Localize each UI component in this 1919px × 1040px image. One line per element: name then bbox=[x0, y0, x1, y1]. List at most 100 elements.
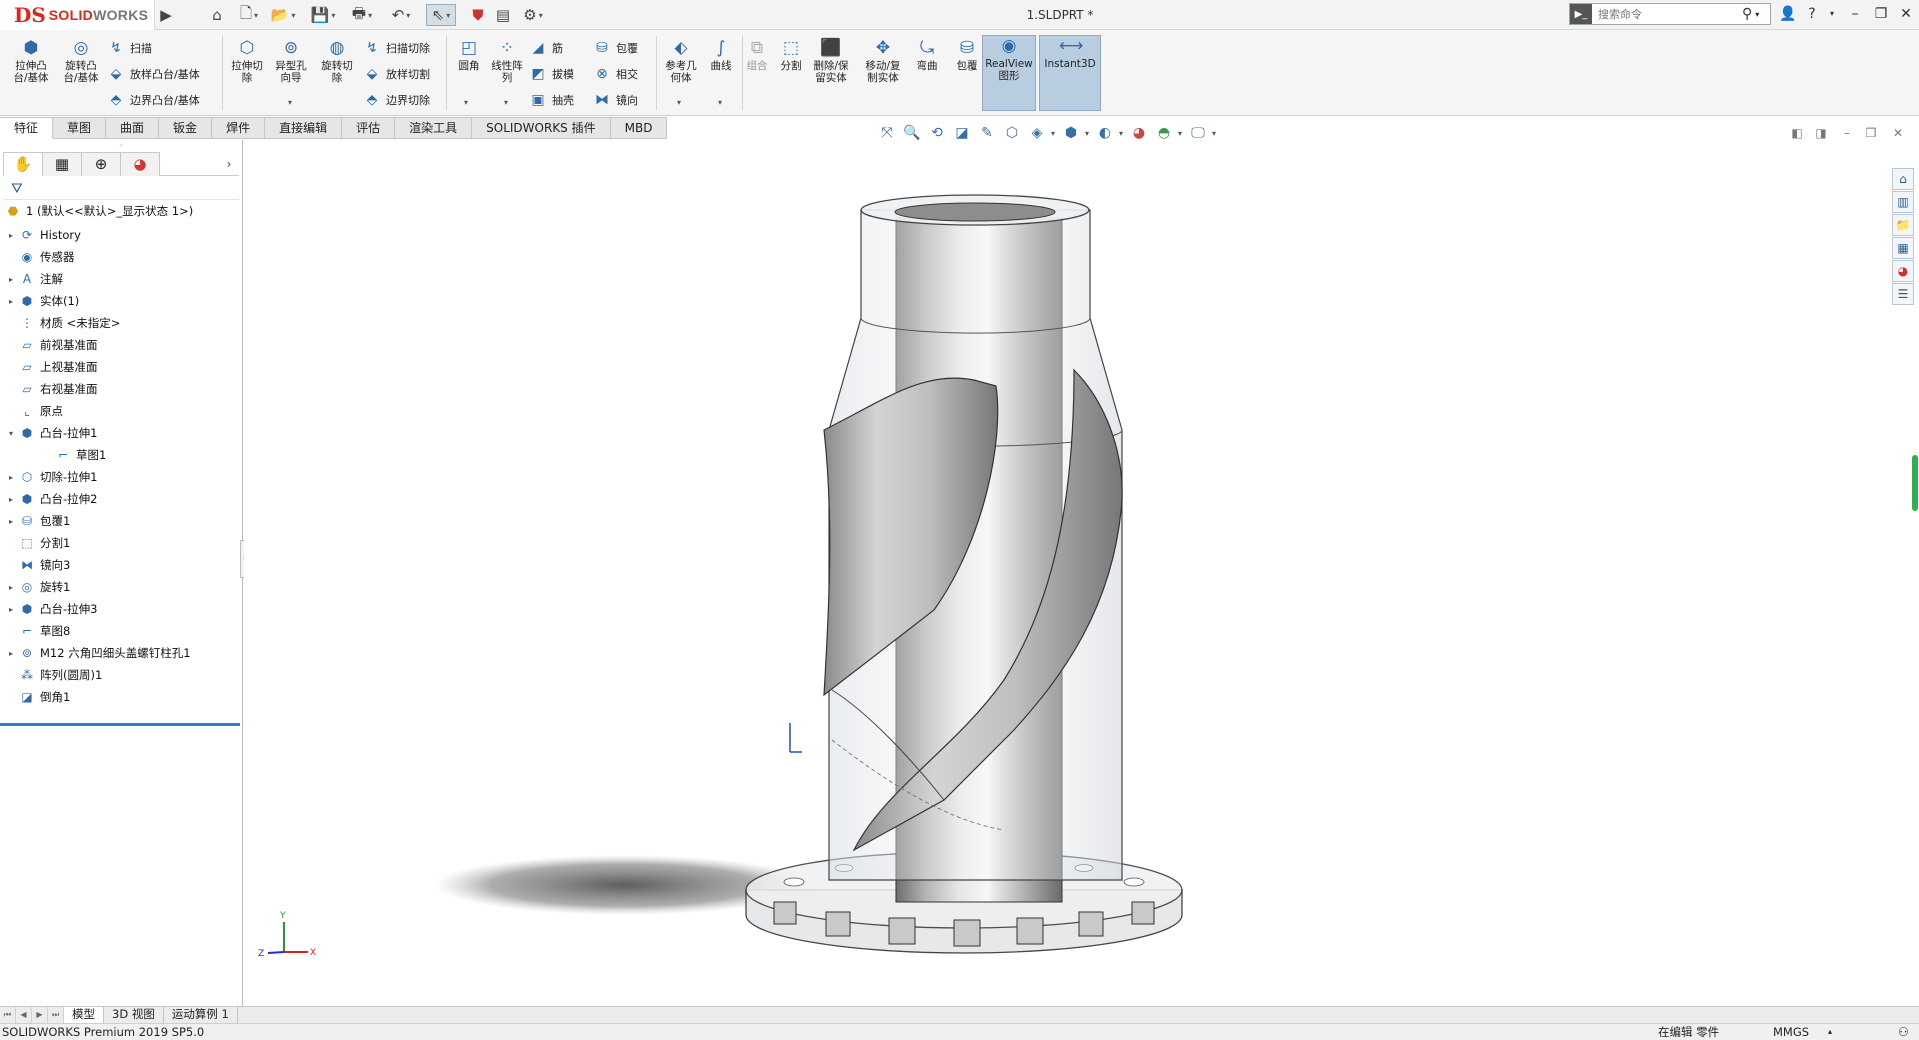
realview-button[interactable]: ◉ RealView 图形 bbox=[982, 35, 1036, 111]
delete-keep-body-button[interactable]: ⬛ 删除/保 留实体 bbox=[808, 38, 854, 84]
unit-system[interactable]: MMGS bbox=[1773, 1024, 1809, 1040]
tab-model[interactable]: 模型 bbox=[64, 1007, 104, 1023]
rebuild-icon[interactable]: ⛊ bbox=[470, 4, 486, 26]
save-button[interactable]: 💾 ▾ bbox=[308, 4, 338, 26]
panel-grip-icon[interactable]: ◦ bbox=[0, 140, 242, 152]
select-button[interactable]: ⇖ ▾ bbox=[426, 4, 456, 26]
hole-wizard-button[interactable]: ⊚ 异型孔 向导 bbox=[268, 38, 314, 84]
curves-dropdown-icon[interactable]: ▾ bbox=[718, 98, 722, 107]
tab-evaluate[interactable]: 评估 bbox=[342, 117, 396, 139]
edit-appearance-dropdown-icon[interactable]: ▾ bbox=[1119, 129, 1125, 138]
tab-surfaces[interactable]: 曲面 bbox=[106, 117, 160, 139]
first-tab-icon[interactable]: ⏮ bbox=[0, 1007, 16, 1023]
revolve-cut-button[interactable]: ◍ 旋转切 除 bbox=[314, 38, 360, 84]
search-icon[interactable]: ⚲ bbox=[1742, 6, 1752, 22]
tree-item[interactable]: ⌐ 草图1 bbox=[0, 444, 242, 466]
boundary-cut-button[interactable]: ⬘ 边界切除 bbox=[362, 90, 430, 110]
status-help-icon[interactable]: ⚇ bbox=[1898, 1024, 1909, 1040]
tab-mbd[interactable]: MBD bbox=[610, 117, 668, 139]
new-document-button[interactable]: 🗋 ▾ bbox=[234, 4, 264, 26]
wrap-button[interactable]: ⛁ 包覆 bbox=[592, 38, 638, 58]
tab-render-tools[interactable]: 渲染工具 bbox=[395, 117, 473, 139]
move-copy-body-button[interactable]: ✥ 移动/复 制实体 bbox=[860, 38, 906, 84]
tree-item[interactable]: ▸ ⬢ 凸台-拉伸2 bbox=[0, 488, 242, 510]
tree-item[interactable]: ⌐ 草图8 bbox=[0, 620, 242, 642]
tree-root[interactable]: ⬣ 1 (默认<<默认>_显示状态 1>) bbox=[0, 200, 242, 222]
reference-geometry-dropdown-icon[interactable]: ▾ bbox=[677, 98, 681, 107]
tab-direct-editing[interactable]: 直接编辑 bbox=[265, 117, 343, 139]
help-dropdown-icon[interactable]: ▾ bbox=[1820, 3, 1844, 25]
tree-item[interactable]: ▸ ◎ 旋转1 bbox=[0, 576, 242, 598]
boundary-boss-button[interactable]: ⬘ 边界凸台/基体 bbox=[106, 90, 200, 110]
display-dropdown-icon[interactable]: ▾ bbox=[1212, 129, 1218, 138]
linear-pattern-dropdown-icon[interactable]: ▾ bbox=[504, 98, 508, 107]
expand-arrow-icon[interactable]: ▸ bbox=[4, 473, 18, 482]
tab-3d-views[interactable]: 3D 视图 bbox=[104, 1007, 164, 1023]
expand-arrow-icon[interactable]: ▸ bbox=[4, 517, 18, 526]
lofted-cut-button[interactable]: ⬙ 放样切割 bbox=[362, 64, 430, 84]
tab-features[interactable]: 特征 bbox=[0, 117, 54, 139]
shell-button[interactable]: ▣ 抽壳 bbox=[528, 90, 574, 110]
tree-item[interactable]: ▸ A 注解 bbox=[0, 268, 242, 290]
viewport-close-icon[interactable]: ✕ bbox=[1889, 124, 1907, 142]
options-button[interactable]: ⚙ ▾ bbox=[518, 4, 548, 26]
search-dropdown-icon[interactable]: ▾ bbox=[1755, 10, 1759, 19]
rib-button[interactable]: ◢ 筋 bbox=[528, 38, 563, 58]
solidworks-resources-icon[interactable]: ⌂ bbox=[1892, 168, 1914, 190]
home-icon[interactable]: ⌂ bbox=[205, 4, 229, 26]
mirror-button[interactable]: ⧓ 镜向 bbox=[592, 90, 638, 110]
rollback-bar[interactable] bbox=[0, 723, 240, 726]
file-properties-icon[interactable]: ▤ bbox=[493, 4, 513, 26]
undo-button[interactable]: ↶ ▾ bbox=[386, 4, 416, 26]
menu-expand-icon[interactable]: ▶ bbox=[158, 4, 174, 26]
revolve-boss-button[interactable]: ◎ 旋转凸 台/基体 bbox=[58, 38, 104, 84]
tree-item[interactable]: ▱ 右视基准面 bbox=[0, 378, 242, 400]
next-tab-icon[interactable]: ▶ bbox=[32, 1007, 48, 1023]
tree-item[interactable]: ▾ ⬢ 凸台-拉伸1 bbox=[0, 422, 242, 444]
tab-motion-study[interactable]: 运动算例 1 bbox=[164, 1007, 238, 1023]
tree-item[interactable]: ⧓ 镜向3 bbox=[0, 554, 242, 576]
close-button[interactable]: ✕ bbox=[1894, 3, 1918, 25]
filter-icon[interactable]: ⛛ bbox=[3, 178, 239, 200]
expand-arrow-icon[interactable]: ▸ bbox=[4, 297, 18, 306]
tree-item[interactable]: ▸ ⟳ History bbox=[0, 224, 242, 246]
task-pane-scroll-indicator[interactable] bbox=[1912, 455, 1918, 511]
tree-item[interactable]: ⋮ 材质 <未指定> bbox=[0, 312, 242, 334]
tree-item[interactable]: ▱ 上视基准面 bbox=[0, 356, 242, 378]
expand-arrow-icon[interactable]: ▸ bbox=[4, 583, 18, 592]
print-button[interactable]: 🖶 ▾ bbox=[347, 4, 377, 26]
expand-arrow-icon[interactable]: ▸ bbox=[4, 605, 18, 614]
tree-item[interactable]: ⌞ 原点 bbox=[0, 400, 242, 422]
tree-item[interactable]: ⬚ 分割1 bbox=[0, 532, 242, 554]
tree-item[interactable]: ▱ 前视基准面 bbox=[0, 334, 242, 356]
design-library-icon[interactable]: ▥ bbox=[1892, 191, 1914, 213]
user-icon[interactable]: 👤 bbox=[1776, 3, 1800, 25]
tree-item[interactable]: ▸ ⬡ 切除-拉伸1 bbox=[0, 466, 242, 488]
expand-arrow-icon[interactable]: ▾ bbox=[4, 429, 18, 438]
expand-arrow-icon[interactable]: ▸ bbox=[4, 649, 18, 658]
solidworks-logo[interactable]: DS SOLIDWORKS bbox=[0, 0, 155, 30]
hide-show-dropdown-icon[interactable]: ▾ bbox=[1085, 129, 1091, 138]
graphics-area[interactable]: Y X Z bbox=[244, 140, 1885, 1006]
tab-weldments[interactable]: 焊件 bbox=[212, 117, 266, 139]
tree-item[interactable]: ▸ ⊚ M12 六角凹细头盖螺钉柱孔1 bbox=[0, 642, 242, 664]
propertymanager-tab-icon[interactable]: ▦ bbox=[42, 152, 82, 176]
tree-item[interactable]: ▸ ⬢ 凸台-拉伸3 bbox=[0, 598, 242, 620]
appearances-scenes-icon[interactable]: ◕ bbox=[1892, 260, 1914, 282]
expand-arrow-icon[interactable]: ▸ bbox=[4, 495, 18, 504]
tab-sketch[interactable]: 草图 bbox=[53, 117, 107, 139]
tree-item[interactable]: ⁂ 阵列(圆周)1 bbox=[0, 664, 242, 686]
custom-properties-icon[interactable]: ☰ bbox=[1892, 283, 1914, 305]
loft-boss-button[interactable]: ⬙ 放样凸台/基体 bbox=[106, 64, 200, 84]
configurationmanager-tab-icon[interactable]: ⊕ bbox=[81, 152, 121, 176]
open-button[interactable]: 📂 ▾ bbox=[268, 4, 298, 26]
expand-arrow-icon[interactable]: ▸ bbox=[4, 231, 18, 240]
prev-tab-icon[interactable]: ◀ bbox=[16, 1007, 32, 1023]
file-explorer-icon[interactable]: 📁 bbox=[1892, 214, 1914, 236]
displaymanager-tab-icon[interactable]: ◕ bbox=[120, 152, 160, 176]
sweep-button[interactable]: ↯ 扫描 bbox=[106, 38, 152, 58]
draft-button[interactable]: ◩ 拔模 bbox=[528, 64, 574, 84]
extrude-boss-button[interactable]: ⬢ 拉伸凸 台/基体 bbox=[8, 38, 54, 84]
tab-sheet-metal[interactable]: 钣金 bbox=[159, 117, 213, 139]
linear-pattern-button[interactable]: ⁘ 线性阵 列 bbox=[484, 38, 530, 84]
